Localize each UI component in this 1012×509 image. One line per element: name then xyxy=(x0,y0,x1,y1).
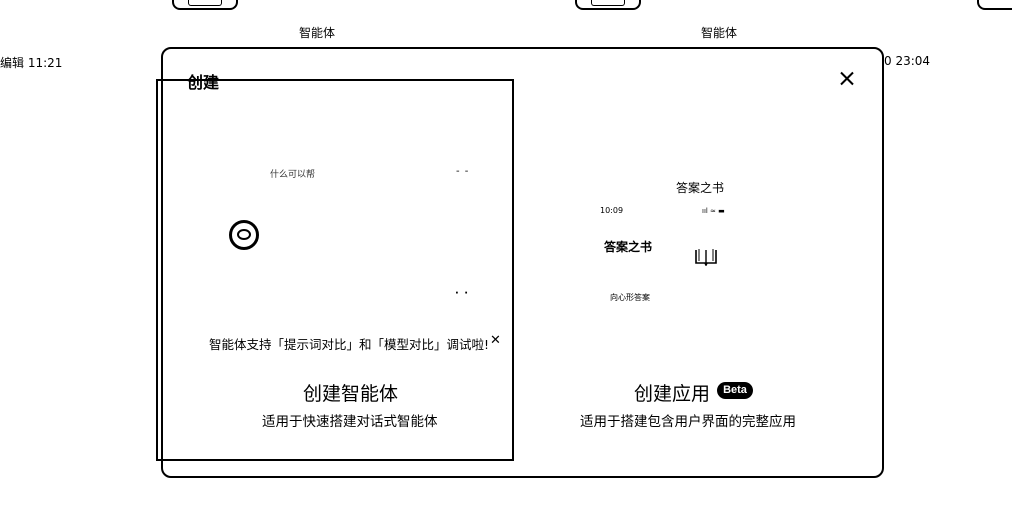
background-agent-card xyxy=(977,0,1012,10)
background-card-label: 智能体 xyxy=(701,26,738,40)
agent-avatar-icon xyxy=(229,220,259,250)
background-card-label: 智能体 xyxy=(299,26,336,40)
app-preview-title: 答案之书 xyxy=(676,181,725,195)
feature-notice: 智能体支持「提示词对比」和「模型对比」调试啦! xyxy=(209,337,490,352)
book-icon xyxy=(695,249,717,266)
create-agent-title: 创建智能体 xyxy=(303,383,399,405)
create-app-description: 适用于搭建包含用户界面的完整应用 xyxy=(580,414,796,430)
notice-close-icon[interactable]: ✕ xyxy=(490,333,501,348)
background-edited-time: 编辑 11:21 xyxy=(0,56,63,70)
app-preview-heading: 答案之书 xyxy=(604,240,653,254)
app-preview-caption: 向心形答案 xyxy=(610,293,650,302)
more-icon: · · xyxy=(455,288,470,299)
app-preview-time: 10:09 xyxy=(600,206,624,215)
agent-preview-caption: 什么可以帮 xyxy=(270,170,316,180)
create-agent-description: 适用于快速搭建对话式智能体 xyxy=(262,414,438,430)
more-icon: - - xyxy=(456,166,470,177)
background-agent-card xyxy=(575,0,641,10)
status-bar-icons: ııl ≈ ▬ xyxy=(702,207,725,215)
create-app-title: 创建应用 xyxy=(634,383,711,405)
background-edited-time: 0 23:04 xyxy=(884,54,931,68)
beta-badge: Beta xyxy=(717,382,753,399)
background-agent-card xyxy=(172,0,238,10)
